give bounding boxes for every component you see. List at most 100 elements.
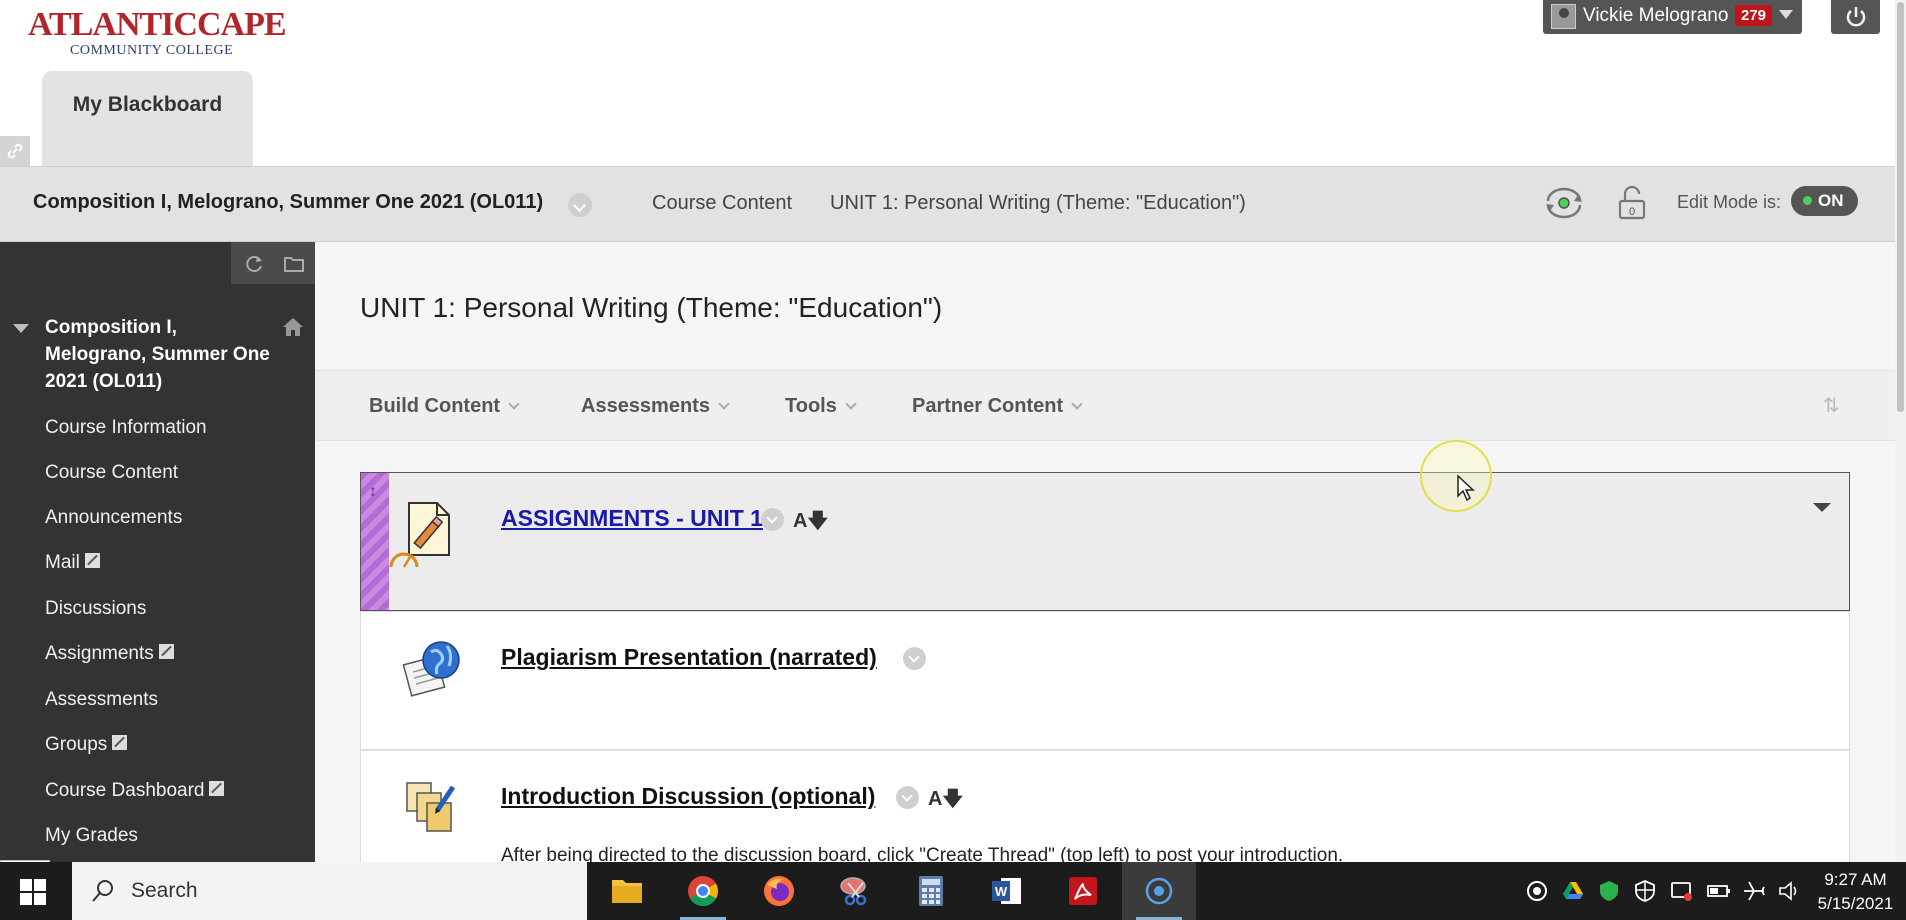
item-options-chevron-icon[interactable]	[761, 508, 784, 531]
snipping-tool-button[interactable]	[818, 862, 892, 920]
content-item-assignments-unit-1: ↕ ASSIGNMENTS - UNIT 1 A🡇	[360, 472, 1850, 611]
cortana-icon	[1145, 877, 1173, 905]
sidebar-item-my-grades[interactable]: My Grades	[45, 825, 138, 847]
windows-security-icon[interactable]	[1634, 880, 1656, 902]
logo-wordmark: ATLANTICCAPE	[28, 6, 287, 43]
menu-label: Assessments	[581, 395, 710, 417]
volume-icon[interactable]	[1778, 880, 1802, 902]
adaptive-release-icon[interactable]: A🡇	[928, 784, 963, 818]
sidebar-item-label: Announcements	[45, 507, 183, 528]
firefox-button[interactable]	[742, 862, 816, 920]
sidebar-item-label: Groups	[45, 734, 108, 755]
logout-button[interactable]	[1831, 0, 1880, 34]
notification-badge: 279	[1735, 5, 1773, 26]
search-icon	[92, 880, 113, 902]
sidebar-item-assessments[interactable]: Assessments	[45, 689, 158, 711]
chevron-down-icon	[1779, 10, 1793, 19]
lock-count: 0	[1629, 206, 1635, 218]
item-options-chevron-icon[interactable]	[896, 786, 919, 809]
tools-menu[interactable]: Tools	[785, 395, 857, 418]
word-button[interactable]: W	[970, 862, 1044, 920]
top-header: ATLANTICCAPE COMMUNITY COLLEGE My Blackb…	[0, 0, 1895, 166]
clock-time: 9:27 AM	[1824, 870, 1887, 889]
taskbar-search-input[interactable]: Search	[72, 862, 587, 920]
course-title[interactable]: Composition I, Melograno, Summer One 202…	[33, 191, 543, 214]
chevron-down-icon	[508, 398, 520, 410]
sidebar-item-label: Course Dashboard	[45, 780, 205, 801]
airplane-mode-icon[interactable]	[1742, 880, 1766, 902]
performance-dashboard-icon	[389, 552, 419, 568]
google-drive-icon[interactable]	[1562, 880, 1584, 902]
page-scrollbar[interactable]	[1895, 0, 1906, 862]
network-warning-icon[interactable]	[1670, 880, 1694, 902]
adaptive-release-icon[interactable]: A🡇	[793, 506, 828, 540]
chrome-icon	[688, 876, 719, 907]
sidebar-item-label: Assessments	[45, 689, 158, 710]
sidebar-item-discussions[interactable]: Discussions	[45, 598, 146, 620]
firefox-icon	[764, 876, 794, 906]
hidden-from-students-icon	[209, 781, 225, 796]
tab-my-blackboard[interactable]: My Blackboard	[42, 71, 253, 166]
sidebar-item-label: Assignments	[45, 643, 154, 664]
assessments-menu[interactable]: Assessments	[581, 395, 730, 418]
collapse-menu-icon[interactable]	[13, 324, 29, 333]
sidebar-item-label: Discussions	[45, 598, 147, 619]
unlock-icon[interactable]: 0	[1617, 185, 1647, 226]
file-explorer-button[interactable]	[590, 862, 664, 920]
item-title-link[interactable]: Introduction Discussion (optional)	[501, 783, 875, 810]
folder-view-icon[interactable]	[283, 253, 305, 275]
edit-mode-toggle[interactable]: ON	[1791, 186, 1858, 216]
user-name: Vickie Melograno	[1583, 5, 1729, 26]
tab-my-blackboard-label: My Blackboard	[72, 93, 223, 116]
chrome-button[interactable]	[666, 862, 740, 920]
pdf-icon	[1069, 877, 1097, 905]
breadcrumb-current-page: UNIT 1: Personal Writing (Theme: "Educat…	[830, 192, 1246, 214]
course-menu-chevron-icon[interactable]	[568, 193, 592, 217]
menu-label: Build Content	[369, 395, 501, 417]
reorder-icon[interactable]: ⇅	[1823, 393, 1840, 418]
sidebar-item-assignments[interactable]: Assignments	[45, 643, 174, 665]
acrobat-button[interactable]	[1046, 862, 1120, 920]
item-title-link[interactable]: ASSIGNMENTS - UNIT 1	[501, 505, 763, 532]
sidebar-item-mail[interactable]: Mail	[45, 552, 100, 574]
sidebar-item-label: Mail	[45, 552, 80, 573]
hidden-from-students-icon	[112, 735, 128, 750]
content-item-plagiarism-presentation: Plagiarism Presentation (narrated)	[360, 611, 1850, 750]
cortana-button[interactable]	[1122, 862, 1196, 920]
course-home-link[interactable]: Composition I, Melograno, Summer One 202…	[45, 314, 275, 395]
home-icon[interactable]	[281, 316, 305, 338]
item-title-link[interactable]: Plagiarism Presentation (narrated)	[501, 644, 877, 671]
sidebar-item-course-content[interactable]: Course Content	[45, 462, 178, 484]
sidebar-item-groups[interactable]: Groups	[45, 734, 128, 756]
main-content: UNIT 1: Personal Writing (Theme: "Educat…	[315, 242, 1895, 890]
partner-content-menu[interactable]: Partner Content	[912, 395, 1083, 418]
item-options-chevron-icon[interactable]	[903, 647, 926, 670]
svg-text:W: W	[995, 884, 1008, 899]
avatar	[1551, 4, 1576, 29]
drag-arrows-icon: ↕	[369, 483, 377, 500]
battery-icon[interactable]	[1706, 880, 1732, 902]
record-icon[interactable]	[1526, 880, 1548, 902]
build-content-menu[interactable]: Build Content	[369, 395, 520, 418]
quick-links-icon[interactable]	[0, 136, 30, 166]
sidebar-item-course-dashboard[interactable]: Course Dashboard	[45, 780, 225, 802]
antivirus-shield-icon[interactable]	[1598, 880, 1620, 902]
college-logo[interactable]: ATLANTICCAPE COMMUNITY COLLEGE	[28, 6, 287, 60]
windows-start-icon[interactable]	[20, 879, 46, 905]
sidebar-item-announcements[interactable]: Announcements	[45, 507, 182, 529]
refresh-icon[interactable]	[243, 253, 265, 275]
chevron-down-icon[interactable]	[1813, 503, 1831, 512]
student-preview-icon[interactable]	[1544, 185, 1584, 221]
scissors-icon	[840, 877, 867, 906]
course-bar: Composition I, Melograno, Summer One 202…	[0, 166, 1895, 242]
calculator-button[interactable]	[894, 862, 968, 920]
user-menu-button[interactable]: Vickie Melograno 279	[1543, 0, 1802, 34]
hidden-from-students-icon	[158, 644, 174, 659]
page-title: UNIT 1: Personal Writing (Theme: "Educat…	[360, 292, 943, 323]
sidebar-item-course-information[interactable]: Course Information	[45, 417, 207, 439]
drag-handle[interactable]: ↕	[361, 473, 389, 610]
scrollbar-thumb[interactable]	[1897, 2, 1904, 412]
taskbar-clock[interactable]: 9:27 AM 5/15/2021	[1808, 868, 1903, 916]
windows-taskbar: Search W 9:27 AM 5/15/2021	[0, 862, 1906, 920]
breadcrumb-course-content[interactable]: Course Content	[652, 192, 792, 215]
